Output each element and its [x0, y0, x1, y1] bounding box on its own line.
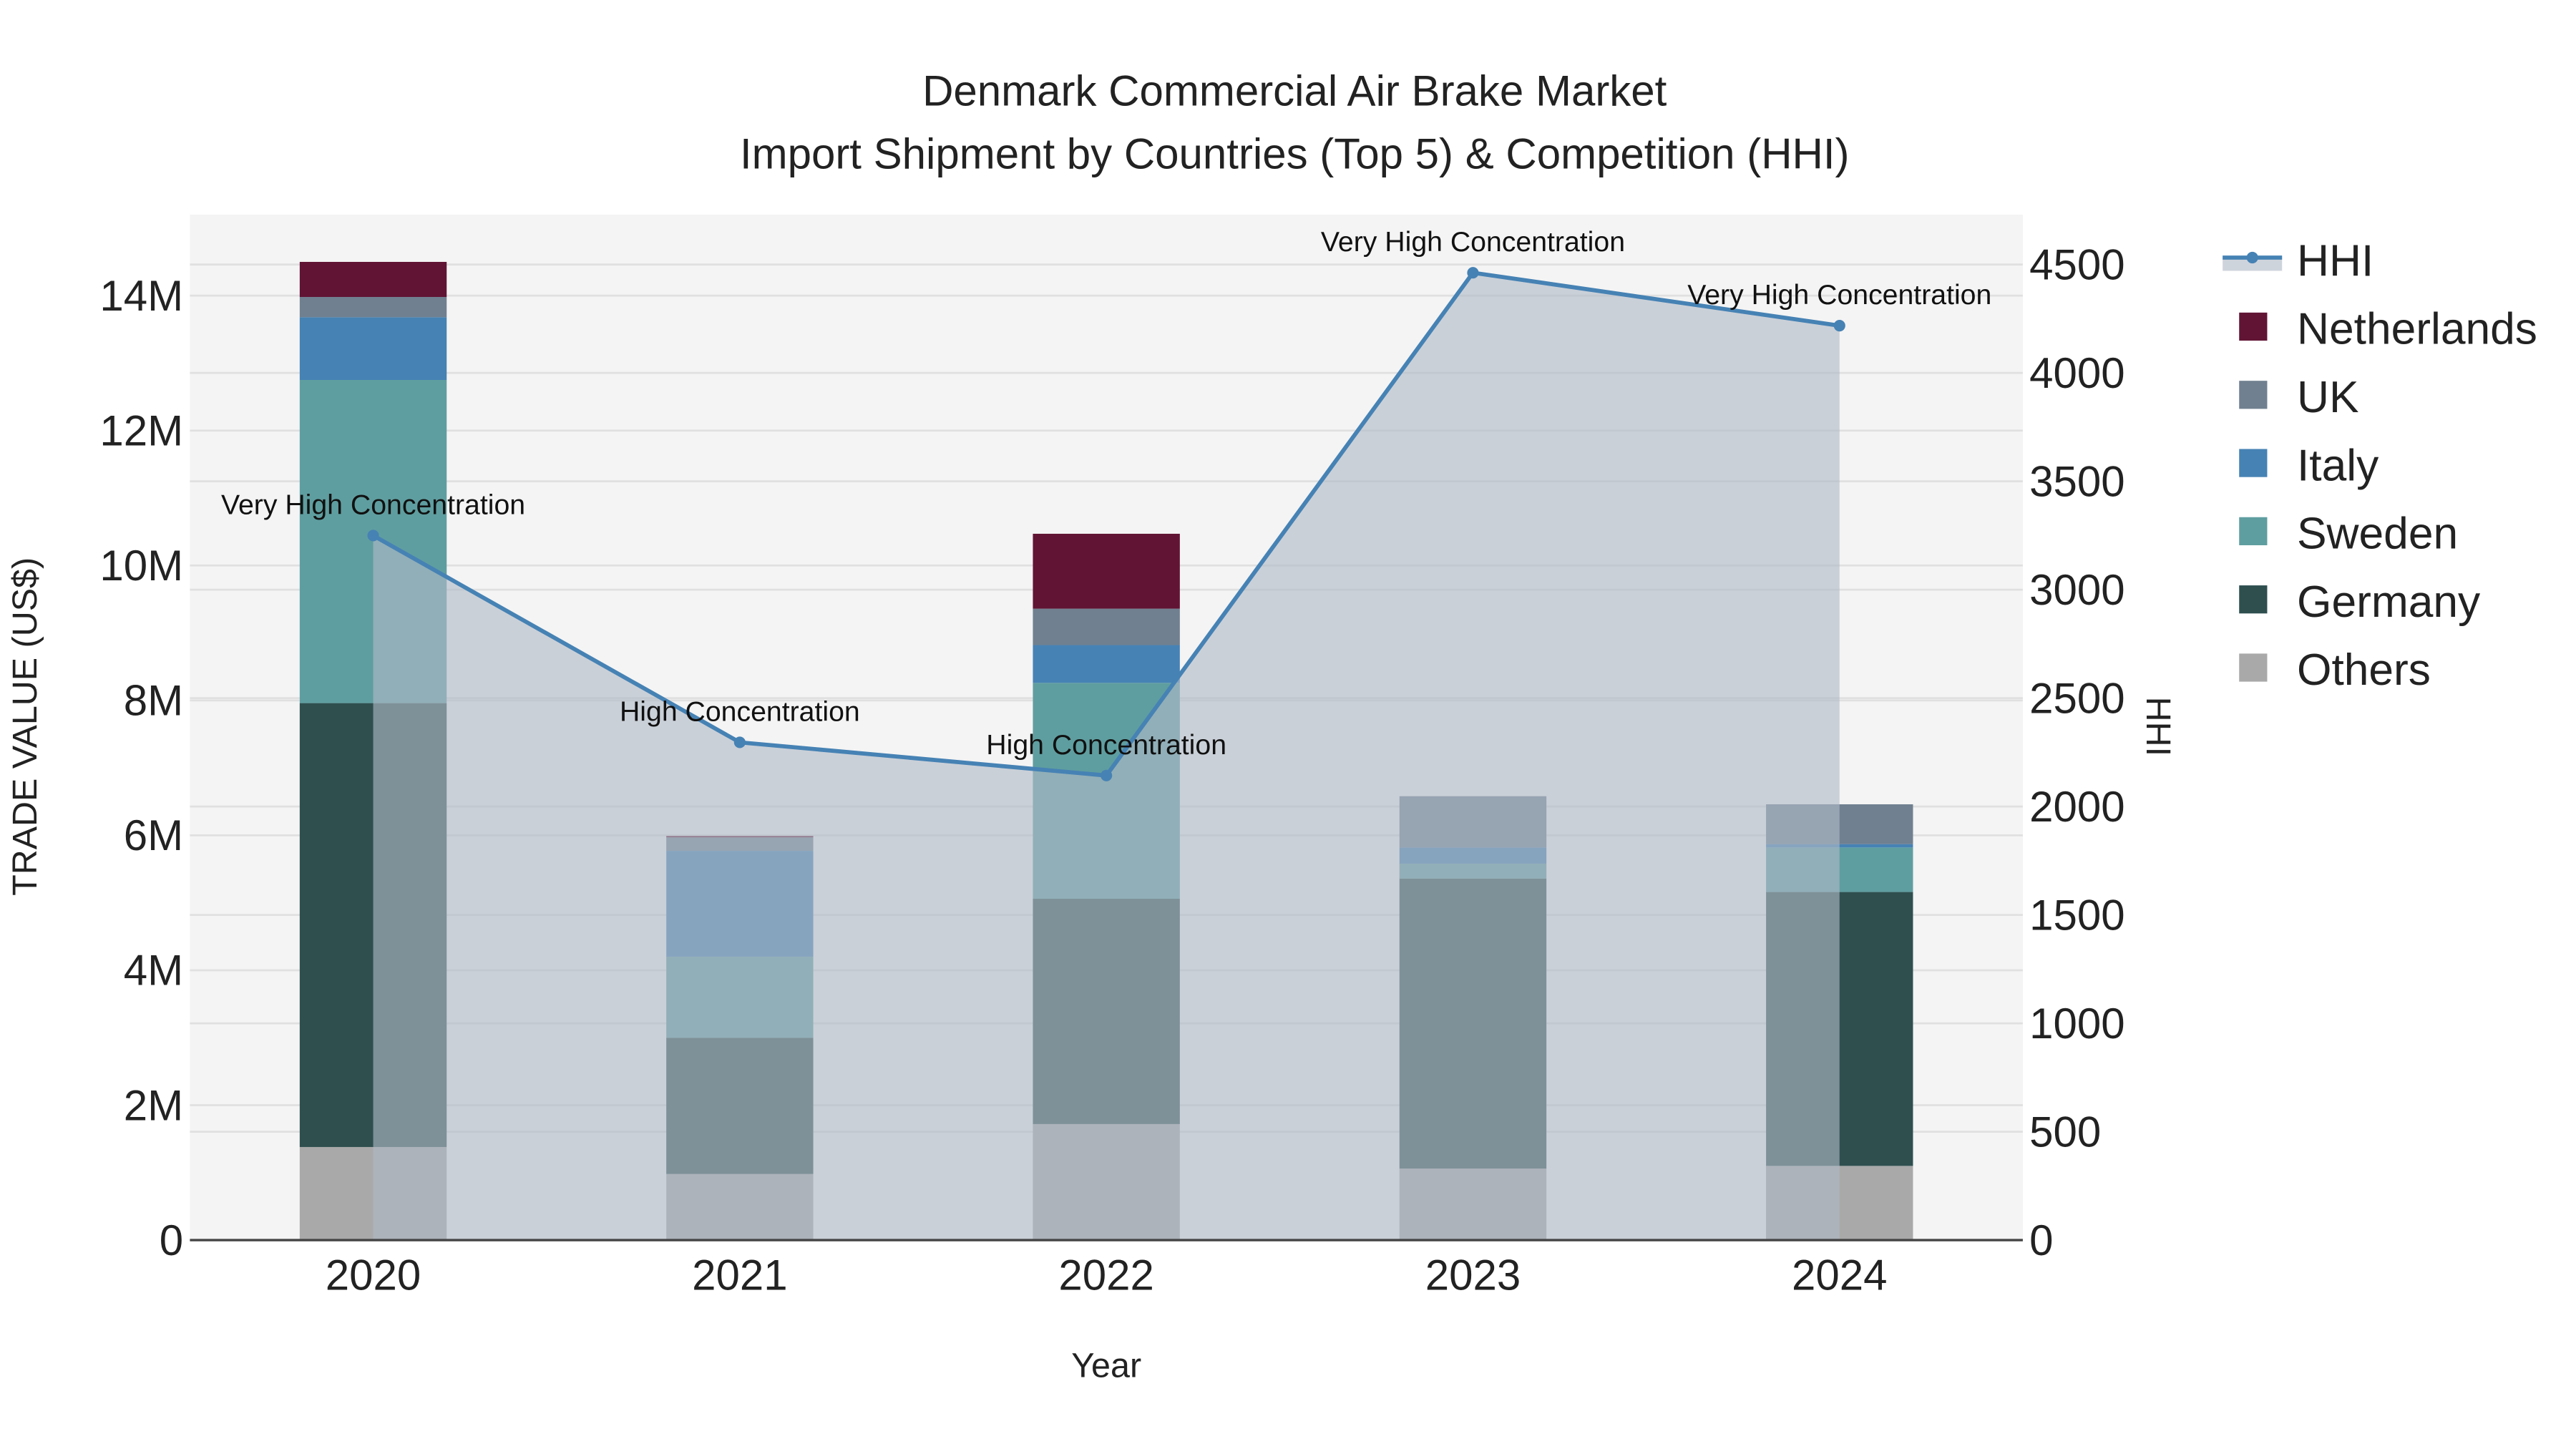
x-axis-title: Year: [1071, 1347, 1141, 1385]
bar-italy-2022: [1033, 645, 1180, 683]
hhi-annotation: Very High Concentration: [1321, 226, 1625, 258]
legend-swatch: [2239, 312, 2268, 341]
y-tick-label: 4M: [124, 947, 183, 995]
chart-title-line1: Denmark Commercial Air Brake Market: [922, 67, 1667, 115]
y2-tick-label: 4500: [2029, 240, 2124, 288]
y2-tick-label: 4000: [2029, 349, 2124, 397]
x-tick-label: 2024: [1792, 1251, 1887, 1299]
legend-item-sweden: Sweden: [2239, 509, 2458, 559]
bar-uk-2020: [299, 297, 447, 318]
y-tick-label: 6M: [124, 811, 183, 859]
y2-tick-label: 3000: [2029, 566, 2124, 614]
legend-item-others: Others: [2239, 645, 2431, 695]
hhi-annotation: Very High Concentration: [221, 489, 525, 520]
legend-swatch: [2239, 653, 2268, 682]
legend-item-netherlands: Netherlands: [2239, 305, 2537, 354]
legend-label: Italy: [2297, 441, 2379, 490]
legend-item-italy: Italy: [2239, 441, 2379, 490]
y-axis-title: TRADE VALUE (US$): [6, 557, 44, 896]
y-tick-label: 2M: [124, 1081, 183, 1129]
y-tick-label: 12M: [99, 406, 183, 454]
legend-label: Sweden: [2297, 509, 2458, 559]
hhi-point-2021: [733, 736, 746, 748]
legend-swatch: [2239, 449, 2268, 477]
bar-netherlands-2020: [299, 261, 447, 298]
y2-axis-title: HHI: [2139, 697, 2177, 756]
y-tick-label: 10M: [99, 542, 183, 590]
y2-tick-label: 1500: [2029, 891, 2124, 939]
hhi-point-2024: [1833, 320, 1845, 332]
x-tick-label: 2022: [1058, 1251, 1153, 1299]
y2-tick-label: 0: [2029, 1216, 2053, 1264]
y2-tick-label: 2000: [2029, 783, 2124, 831]
y2-tick-label: 1000: [2029, 1000, 2124, 1048]
x-tick-label: 2023: [1425, 1251, 1521, 1299]
hhi-point-2020: [367, 530, 379, 542]
hhi-annotation: Very High Concentration: [1687, 279, 1991, 311]
y-tick-label: 0: [160, 1216, 183, 1264]
y-tick-label: 8M: [124, 677, 183, 725]
y2-tick-label: 3500: [2029, 457, 2124, 505]
legend-item-hhi: HHI: [2223, 236, 2373, 286]
legend-label: HHI: [2297, 236, 2373, 286]
legend-item-uk: UK: [2239, 373, 2359, 422]
hhi-annotation: High Concentration: [986, 729, 1226, 761]
y-tick-label: 14M: [99, 272, 183, 320]
x-tick-label: 2020: [326, 1251, 421, 1299]
legend-swatch-marker: [2246, 251, 2258, 264]
legend-item-germany: Germany: [2239, 577, 2481, 627]
hhi-point-2023: [1467, 267, 1479, 279]
legend-label: Others: [2297, 645, 2431, 695]
legend: HHI Netherlands UK Italy Sweden Germany Others: [2223, 236, 2537, 695]
hhi-annotation: High Concentration: [620, 696, 860, 727]
legend-label: Germany: [2297, 577, 2481, 627]
legend-label: Netherlands: [2297, 305, 2537, 354]
bar-italy-2020: [299, 317, 447, 380]
y2-tick-label: 2500: [2029, 674, 2124, 722]
hhi-point-2022: [1101, 769, 1113, 781]
legend-swatch: [2239, 585, 2268, 614]
bar-uk-2022: [1033, 608, 1180, 645]
x-tick-label: 2021: [692, 1251, 787, 1299]
chart-title-line2: Import Shipment by Countries (Top 5) & C…: [740, 130, 1850, 177]
y2-tick-label: 500: [2029, 1108, 2101, 1156]
chart: Very High Concentration High Concentratio…: [6, 67, 2537, 1385]
legend-swatch: [2239, 517, 2268, 545]
bar-netherlands-2022: [1033, 533, 1180, 609]
legend-label: UK: [2297, 373, 2359, 422]
legend-swatch: [2239, 381, 2268, 409]
